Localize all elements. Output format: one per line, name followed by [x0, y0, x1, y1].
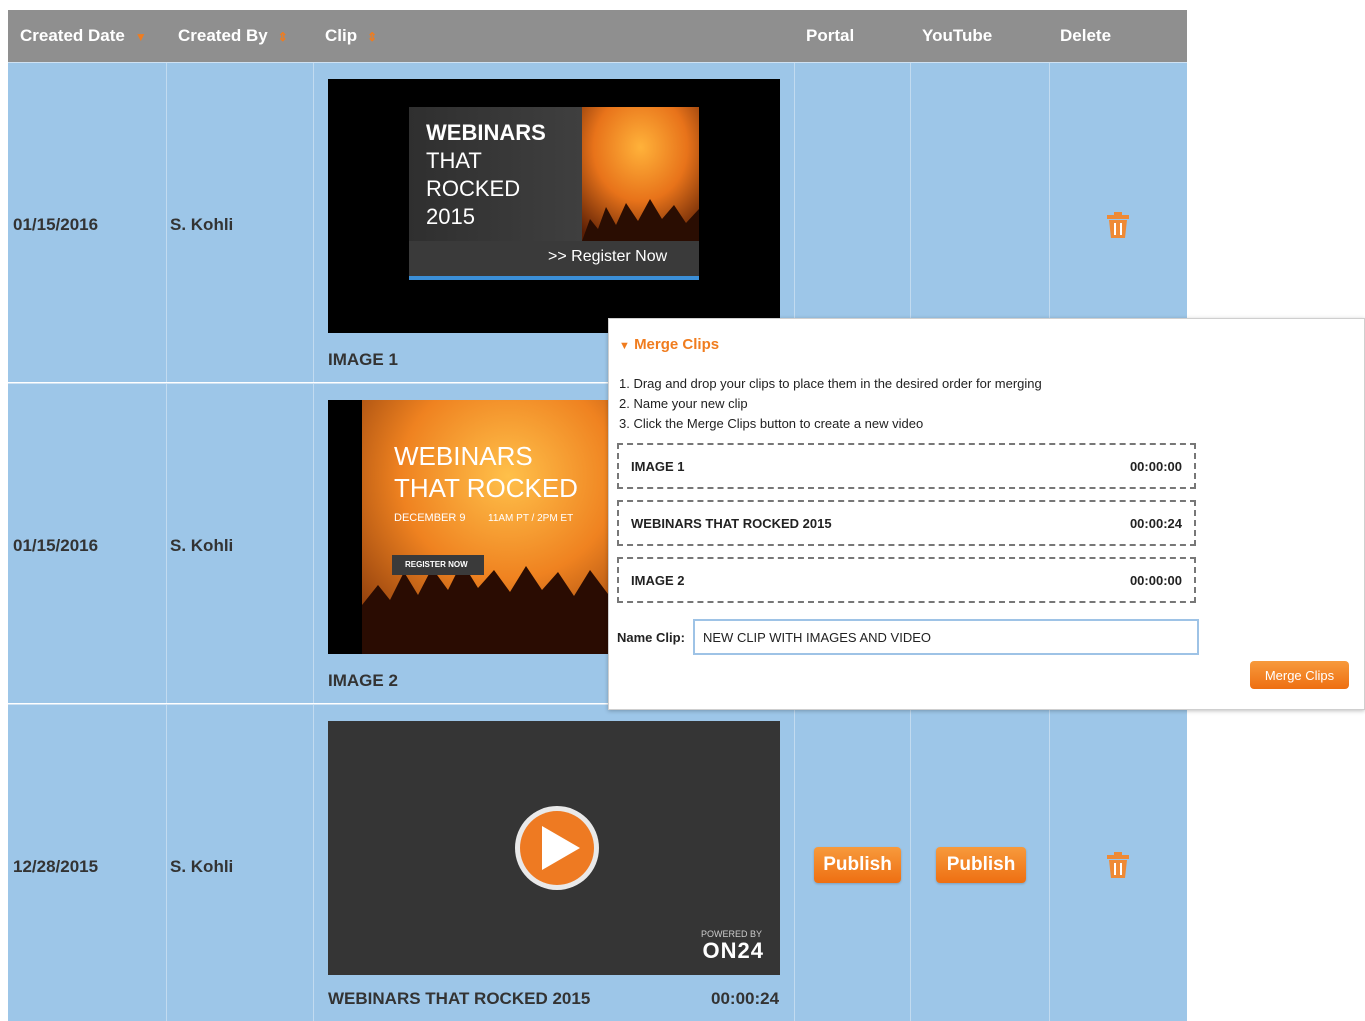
- youtube-publish-button[interactable]: Publish: [936, 847, 1026, 883]
- table-header: Created Date ▼ Created By ⇕ Clip ⇕ Portal Y…: [8, 10, 1187, 62]
- sort-icon[interactable]: ⇕: [367, 30, 377, 44]
- table-row: 12/28/2015 S. Kohli POWERED BY ON24 WEBI…: [8, 704, 1187, 1021]
- header-created-by[interactable]: Created By ⇕: [178, 10, 288, 62]
- created-by: S. Kohli: [170, 857, 234, 876]
- clip-thumbnail[interactable]: WEBINARS THAT ROCKED 2015 >> Register No…: [328, 79, 780, 333]
- webinar-banner-image: [409, 107, 699, 280]
- name-clip-input[interactable]: [693, 619, 1199, 655]
- header-portal: Portal: [806, 26, 855, 45]
- clip-thumbnail[interactable]: WEBINARS THAT ROCKED DECEMBER 9 11AM PT …: [328, 400, 628, 654]
- merge-clips-toggle[interactable]: ▼ Merge Clips: [619, 336, 719, 353]
- banner-title: WEBINARS THAT ROCKED 2015: [426, 120, 546, 229]
- on24-logo: ON24: [702, 938, 764, 963]
- header-created-date[interactable]: Created Date ▼: [20, 10, 147, 62]
- created-date: 01/15/2016: [13, 215, 99, 234]
- name-clip-label: Name Clip:: [617, 630, 685, 645]
- register-now-button: REGISTER NOW: [405, 560, 468, 569]
- clip-title: IMAGE 2: [328, 671, 398, 690]
- caret-down-icon: ▼: [619, 340, 630, 352]
- clip-title: IMAGE 1: [328, 350, 398, 369]
- register-now-link: >> Register Now: [548, 248, 668, 265]
- header-youtube: YouTube: [922, 26, 993, 45]
- created-date: 12/28/2015: [13, 857, 99, 876]
- merge-instructions: 1. Drag and drop your clips to place the…: [619, 376, 1042, 431]
- sort-icon[interactable]: ⇕: [278, 30, 288, 44]
- webinar-banner-image: [328, 400, 628, 654]
- merge-clips-button[interactable]: Merge Clips: [1250, 661, 1349, 689]
- created-date: 01/15/2016: [13, 536, 99, 555]
- trash-icon[interactable]: [1107, 212, 1129, 238]
- clip-title: WEBINARS THAT ROCKED 2015: [328, 989, 591, 1008]
- merge-clip-item[interactable]: IMAGE 2 00:00:00: [617, 557, 1196, 603]
- header-delete: Delete: [1060, 26, 1112, 45]
- created-by: S. Kohli: [170, 215, 234, 234]
- portal-publish-button[interactable]: Publish: [814, 847, 901, 883]
- created-by: S. Kohli: [170, 536, 234, 555]
- merge-clip-item[interactable]: IMAGE 1 00:00:00: [617, 443, 1196, 489]
- sort-desc-icon[interactable]: ▼: [135, 30, 147, 44]
- header-clip[interactable]: Clip ⇕: [325, 10, 377, 62]
- clip-duration: 00:00:24: [711, 989, 780, 1008]
- trash-icon[interactable]: [1107, 852, 1129, 878]
- banner-title: WEBINARS THAT ROCKED: [394, 441, 578, 503]
- video-player[interactable]: POWERED BY ON24: [328, 721, 780, 975]
- merge-clip-item[interactable]: WEBINARS THAT ROCKED 2015 00:00:24: [617, 500, 1196, 546]
- merge-clips-panel: ▼ Merge Clips 1. Drag and drop your clip…: [608, 318, 1365, 710]
